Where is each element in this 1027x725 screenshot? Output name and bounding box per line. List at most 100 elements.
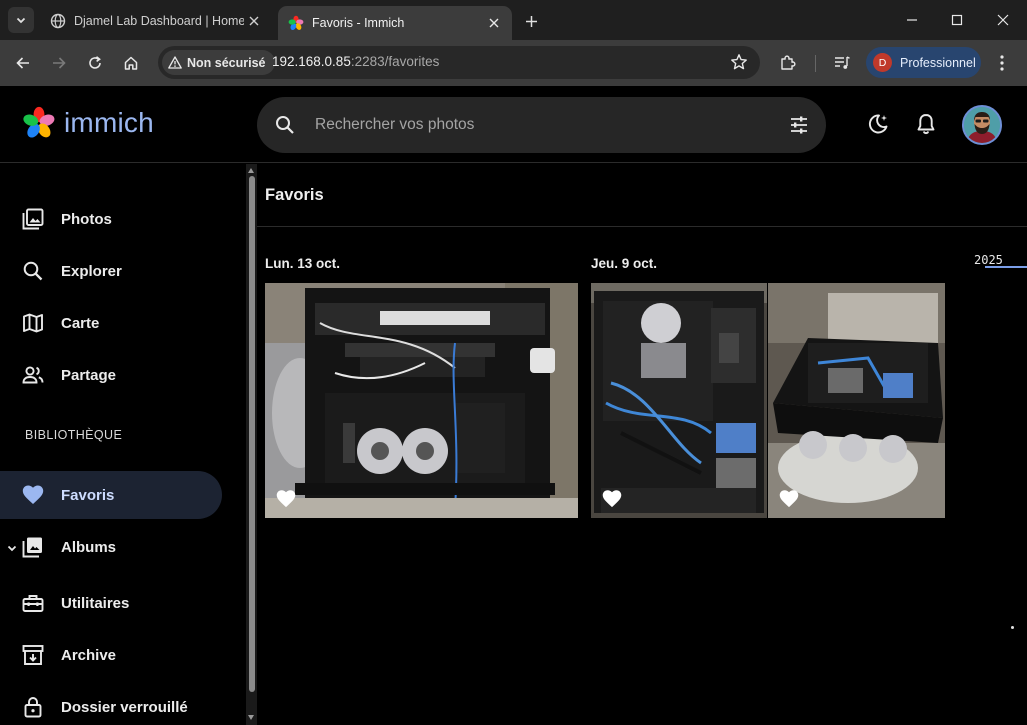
address-bar[interactable]: Non sécurisé 192.168.0.85:2283/favorites [158, 46, 760, 79]
sidebar-item-partage[interactable]: Partage [0, 351, 222, 399]
scroll-down-icon[interactable] [248, 715, 254, 720]
favorite-heart-icon[interactable] [275, 488, 297, 508]
user-avatar-image [964, 107, 1000, 143]
archive-icon [21, 643, 45, 667]
tab-title: Djamel Lab Dashboard | HomeL [74, 13, 244, 28]
sidebar-item-label: Photos [61, 210, 112, 228]
theme-toggle-button[interactable] [864, 110, 892, 138]
search-icon [21, 259, 45, 283]
pc-case-table-photo [768, 283, 945, 518]
user-avatar[interactable] [962, 105, 1002, 145]
browser-toolbar: Non sécurisé 192.168.0.85:2283/favorites… [0, 40, 1027, 86]
new-tab-button[interactable] [520, 10, 542, 32]
sidebar-item-utilitaires[interactable]: Utilitaires [0, 579, 222, 627]
media-controls-button[interactable] [830, 51, 854, 75]
tab-search-button[interactable] [8, 7, 34, 33]
timeline-scrub-marker[interactable] [985, 266, 1027, 268]
notifications-button[interactable] [912, 110, 940, 138]
back-button[interactable] [10, 50, 36, 76]
minimize-window-button[interactable] [898, 6, 926, 34]
close-window-button[interactable] [989, 6, 1017, 34]
scroll-up-icon[interactable] [248, 168, 254, 173]
maximize-icon [951, 14, 963, 26]
home-button[interactable] [118, 50, 144, 76]
photos-icon [21, 207, 45, 231]
sidebar-item-label: Partage [61, 366, 117, 384]
url-text: 192.168.0.85:2283/favorites [272, 54, 439, 69]
search-filters-button[interactable] [788, 114, 810, 141]
security-label: Non sécurisé [187, 55, 266, 70]
maximize-window-button[interactable] [943, 6, 971, 34]
app-header: immich [0, 86, 1027, 163]
close-tab-button[interactable] [484, 13, 504, 33]
sidebar-item-label: Albums [61, 538, 117, 556]
minimize-icon [907, 19, 917, 21]
albums-icon [21, 535, 45, 559]
more-vertical-icon [1000, 55, 1004, 71]
forward-button[interactable] [46, 50, 72, 76]
sidebar-item-photos[interactable]: Photos [0, 195, 222, 243]
security-indicator[interactable]: Non sécurisé [162, 50, 275, 75]
home-icon [124, 56, 138, 70]
library-heading: BIBLIOTHÈQUE [25, 428, 123, 442]
sidebar-item-explorer[interactable]: Explorer [0, 247, 222, 295]
theme-toggle-icon [868, 114, 888, 134]
plus-icon [525, 15, 537, 27]
immich-logo[interactable]: immich [22, 106, 154, 140]
tune-icon [791, 116, 807, 134]
globe-icon [50, 13, 66, 28]
date-group-label: Jeu. 9 oct. [591, 256, 658, 271]
sidebar-scrollbar[interactable] [246, 164, 257, 725]
sharing-icon [21, 363, 45, 387]
extensions-button[interactable] [776, 51, 800, 75]
scrollbar-thumb[interactable] [249, 176, 255, 692]
bookmark-star-button[interactable] [730, 53, 748, 76]
lock-icon [21, 695, 45, 719]
date-group-label: Lun. 13 oct. [265, 256, 341, 271]
timeline-dot[interactable] [1011, 626, 1014, 629]
sidebar-item-archive[interactable]: Archive [0, 631, 222, 679]
music-queue-icon [835, 56, 850, 69]
reload-button[interactable] [82, 50, 108, 76]
profile-button[interactable]: D Professionnel [866, 47, 981, 78]
immich-favicon-icon [288, 15, 304, 30]
close-icon [249, 16, 259, 25]
photo-thumbnail[interactable] [768, 283, 945, 518]
arrow-left-icon [16, 57, 29, 69]
browser-tab-bar: Djamel Lab Dashboard | HomeL Favoris - I… [0, 0, 1027, 40]
logo-text: immich [64, 107, 154, 138]
sidebar-item-dossier-verrouille[interactable]: Dossier verrouillé [0, 683, 222, 725]
search-icon [276, 116, 294, 134]
chevron-down-icon[interactable] [6, 541, 18, 559]
sidebar-item-label: Explorer [61, 262, 122, 280]
browser-menu-button[interactable] [990, 51, 1014, 75]
sidebar-item-albums[interactable]: Albums [0, 523, 222, 571]
favorite-heart-icon[interactable] [778, 488, 800, 508]
sidebar: Photos Explorer Carte Partage BIBLIOTHÈQ… [0, 164, 246, 725]
search-input[interactable] [315, 113, 755, 137]
favorite-heart-icon[interactable] [601, 488, 623, 508]
sidebar-item-label: Utilitaires [61, 594, 130, 612]
timeline-year-label[interactable]: 2025 [974, 253, 1003, 267]
tab-homelab-dashboard[interactable]: Djamel Lab Dashboard | HomeL [40, 6, 272, 35]
notifications-icon [917, 114, 935, 135]
search-bar[interactable] [257, 97, 826, 153]
toolbox-icon [21, 591, 45, 615]
heart-icon [21, 483, 45, 507]
reload-icon [89, 56, 101, 69]
close-tab-button[interactable] [244, 11, 264, 31]
chevron-down-icon [16, 17, 26, 24]
url-path: :2283/favorites [350, 54, 440, 69]
toolbar-separator [815, 55, 816, 72]
tab-favoris-immich[interactable]: Favoris - Immich [278, 6, 512, 40]
star-icon [731, 54, 747, 70]
photo-thumbnail[interactable] [265, 283, 578, 518]
main-content: Favoris Lun. 13 oct. Jeu. 9 oct. 2025 [257, 164, 1027, 725]
header-divider [257, 226, 1027, 227]
sidebar-item-favoris[interactable]: Favoris [0, 471, 222, 519]
tab-title: Favoris - Immich [312, 16, 405, 30]
photo-thumbnail[interactable] [591, 283, 767, 518]
arrow-right-icon [53, 57, 66, 69]
sidebar-item-carte[interactable]: Carte [0, 299, 222, 347]
close-icon [997, 14, 1009, 26]
